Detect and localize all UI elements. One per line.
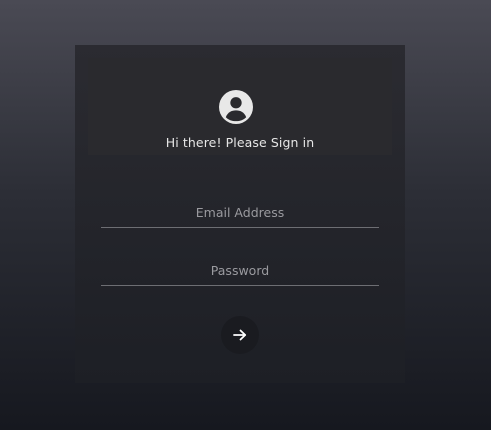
login-card: Hi there! Please Sign in	[75, 45, 405, 383]
submit-button[interactable]	[221, 316, 259, 354]
greeting-text: Hi there! Please Sign in	[165, 135, 315, 150]
email-field[interactable]	[101, 202, 379, 228]
account-circle-icon	[219, 90, 253, 124]
card-header: Hi there! Please Sign in	[88, 58, 392, 155]
password-field[interactable]	[101, 260, 379, 286]
arrow-right-icon	[233, 329, 247, 341]
